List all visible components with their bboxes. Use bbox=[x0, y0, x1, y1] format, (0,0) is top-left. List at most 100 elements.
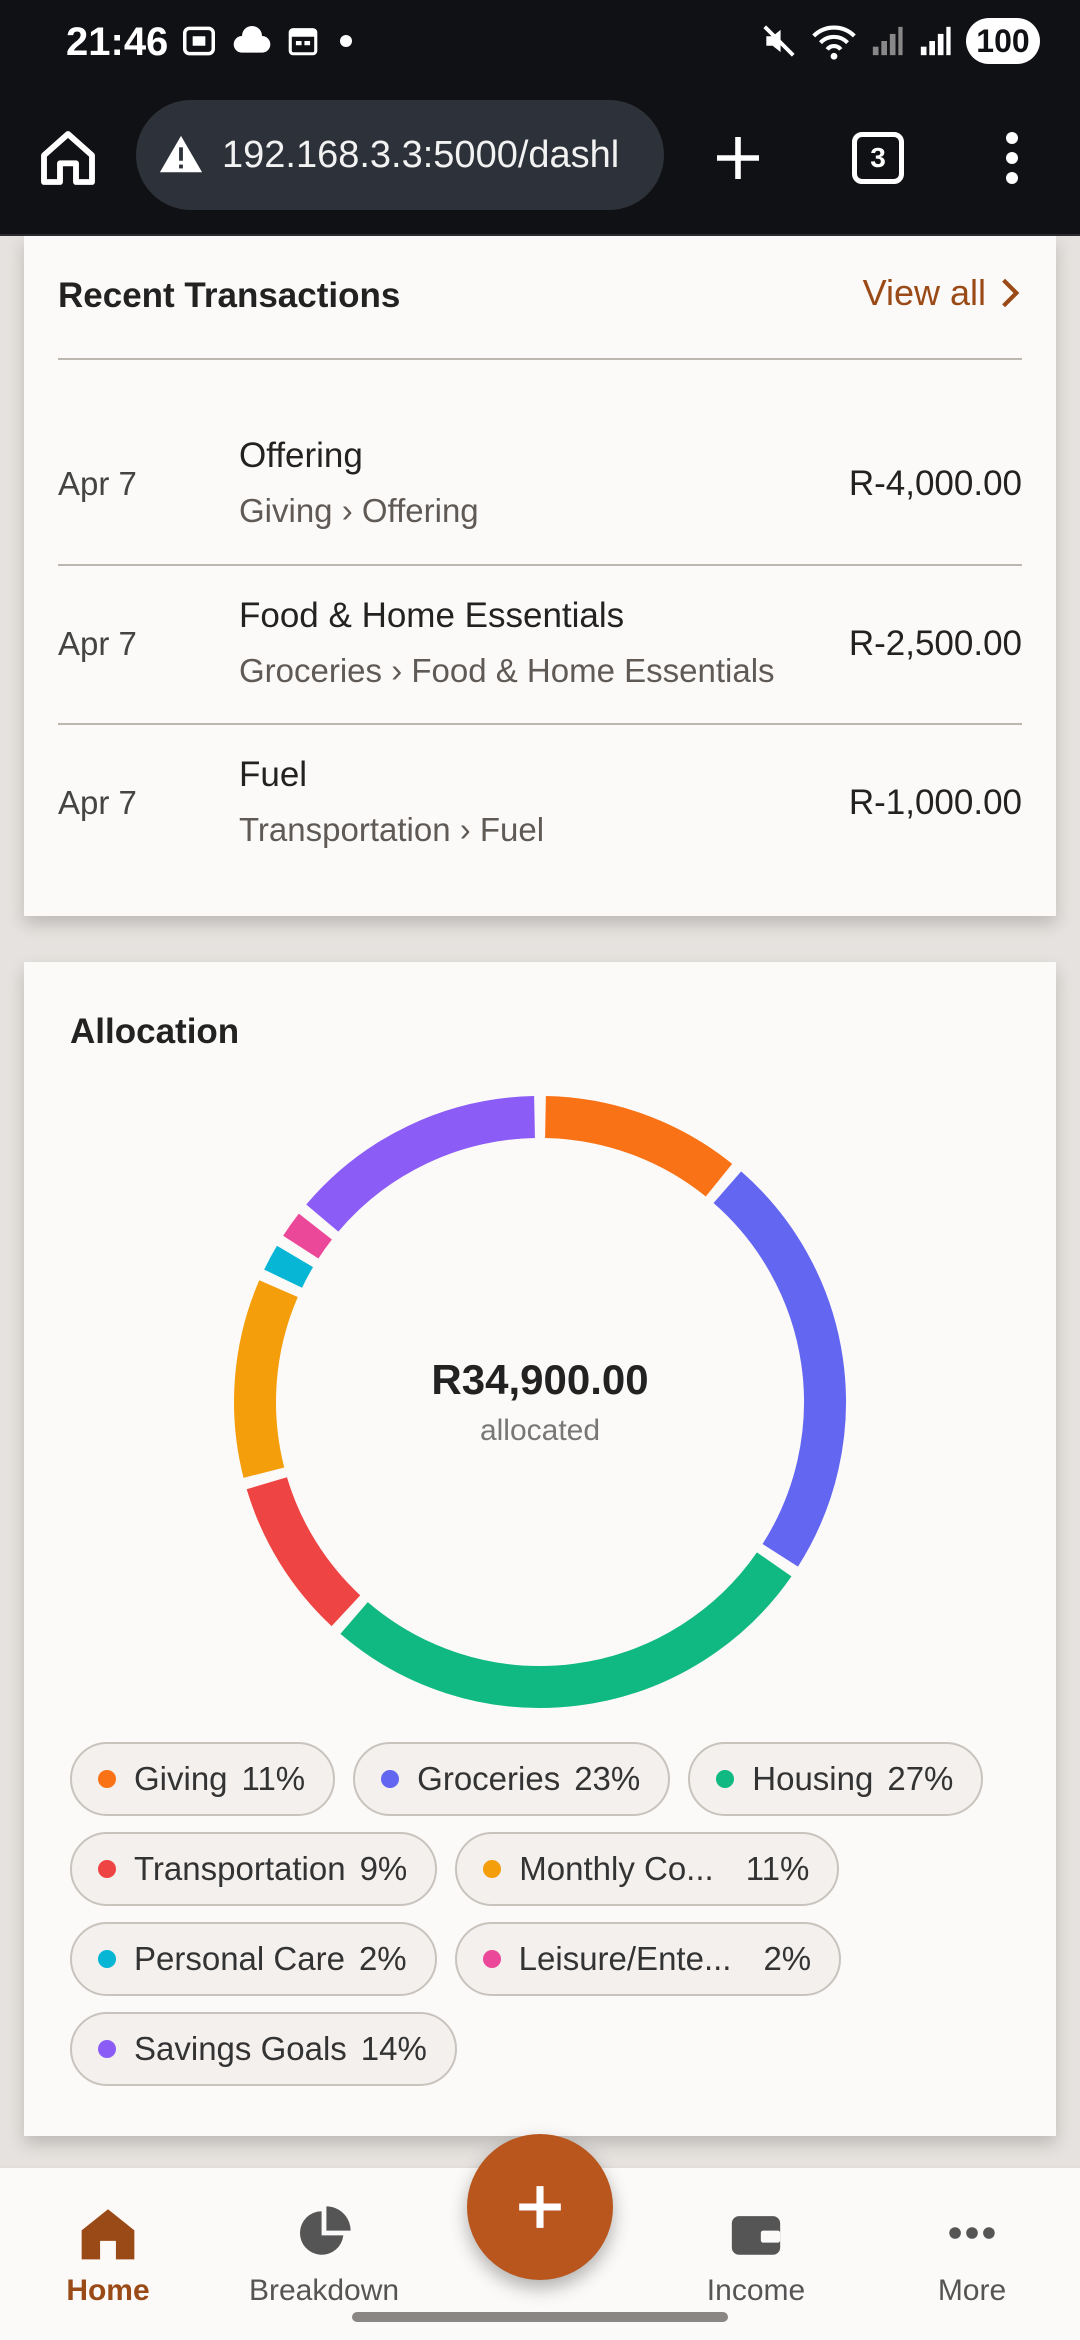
legend-dot bbox=[716, 1770, 735, 1788]
legend-chip-groceries[interactable]: Groceries 23% bbox=[353, 1742, 671, 1816]
divider bbox=[58, 358, 1022, 360]
battery-level: 100 bbox=[966, 18, 1040, 64]
transaction-amount: R-2,500.00 bbox=[848, 624, 1022, 663]
add-transaction-button[interactable] bbox=[467, 2134, 613, 2280]
allocation-donut-chart: R34,900.00 allocated bbox=[230, 1092, 850, 1712]
transaction-date: Apr 7 bbox=[58, 784, 137, 821]
status-left-icons bbox=[180, 22, 358, 60]
allocated-label: allocated bbox=[479, 1414, 601, 1447]
chevron-right-icon bbox=[1002, 278, 1020, 308]
legend-dot bbox=[98, 2040, 116, 2058]
screenshot-icon bbox=[183, 26, 215, 56]
legend-label: Monthly Co... bbox=[519, 1850, 714, 1887]
transaction-category: Groceries › Food & Home Essentials bbox=[239, 652, 775, 689]
legend-label: Giving bbox=[134, 1760, 228, 1797]
status-bar: 21:46 100 bbox=[0, 0, 1080, 84]
nav-more-label: More bbox=[937, 2274, 1007, 2307]
donut-center: R34,900.00 allocated bbox=[230, 1092, 850, 1712]
url-text: 192.168.3.3:5000/dashl bbox=[222, 133, 620, 176]
transaction-category: Giving › Offering bbox=[239, 492, 479, 529]
legend-percent: 23% bbox=[574, 1760, 641, 1797]
allocated-total: R34,900.00 bbox=[431, 1356, 649, 1403]
view-all-label: View all bbox=[862, 272, 986, 313]
gesture-bar bbox=[352, 2312, 728, 2322]
transaction-name: Food & Home Essentials bbox=[239, 596, 625, 635]
legend-label: Leisure/Ente... bbox=[518, 1940, 732, 1977]
legend-chip-transportation[interactable]: Transportation 9% bbox=[70, 1832, 438, 1906]
browser-toolbar: 192.168.3.3:5000/dashl 3 bbox=[0, 84, 1080, 236]
legend-percent: 9% bbox=[359, 1850, 408, 1887]
status-right: 100 bbox=[760, 18, 1040, 64]
transaction-category: Transportation › Fuel bbox=[239, 811, 545, 848]
allocation-legend: Giving 11% Groceries 23% Housing 27% Tra… bbox=[70, 1742, 1030, 2086]
new-tab-icon bbox=[717, 137, 759, 179]
legend-dot bbox=[381, 1770, 400, 1788]
nav-breakdown[interactable]: Breakdown bbox=[224, 2168, 424, 2308]
home-icon bbox=[41, 131, 95, 185]
legend-chip-personal-care[interactable]: Personal Care 2% bbox=[70, 1922, 437, 1996]
recent-transactions-card: Recent Transactions View all Apr 7 Offer… bbox=[24, 236, 1056, 916]
nav-income-label: Income bbox=[706, 2274, 806, 2307]
transaction-row[interactable]: Apr 7 Fuel Transportation › Fuel R-1,000… bbox=[24, 723, 1056, 883]
legend-dot bbox=[98, 1950, 116, 1968]
recent-transactions-title: Recent Transactions bbox=[58, 276, 401, 315]
browser-menu-button[interactable] bbox=[990, 128, 1034, 188]
legend-chip-savings-goals[interactable]: Savings Goals 14% bbox=[70, 2012, 457, 2086]
tab-switcher-button[interactable]: 3 bbox=[852, 132, 904, 184]
signal-icon bbox=[920, 26, 951, 56]
transaction-amount: R-4,000.00 bbox=[848, 464, 1022, 503]
legend-chip-giving[interactable]: Giving 11% bbox=[70, 1742, 336, 1816]
nav-breakdown-label: Breakdown bbox=[248, 2274, 400, 2307]
home-icon bbox=[81, 2209, 135, 2260]
legend-label: Savings Goals bbox=[134, 2030, 347, 2067]
allocation-card: Allocation R34,900.00 allocated Giving 1… bbox=[24, 962, 1056, 2136]
legend-chip-monthly-commitments[interactable]: Monthly Co... 11% bbox=[455, 1832, 840, 1906]
dot-icon bbox=[340, 35, 352, 47]
transaction-name: Fuel bbox=[239, 755, 308, 794]
legend-label: Housing bbox=[752, 1760, 874, 1797]
wallet-icon bbox=[731, 2216, 781, 2255]
transaction-row[interactable]: Apr 7 Food & Home Essentials Groceries ›… bbox=[24, 564, 1056, 724]
address-bar[interactable]: 192.168.3.3:5000/dashl bbox=[136, 100, 664, 210]
view-all-link[interactable]: View all bbox=[863, 272, 1022, 314]
legend-chip-housing[interactable]: Housing 27% bbox=[688, 1742, 984, 1816]
legend-dot bbox=[98, 1860, 116, 1878]
transaction-date: Apr 7 bbox=[58, 465, 137, 502]
plus-icon bbox=[519, 2186, 561, 2228]
allocation-title: Allocation bbox=[70, 1012, 240, 1051]
legend-percent: 11% bbox=[745, 1850, 810, 1887]
legend-percent: 11% bbox=[241, 1760, 306, 1797]
nav-more[interactable]: More bbox=[872, 2168, 1072, 2308]
nav-income[interactable]: Income bbox=[656, 2168, 856, 2308]
legend-label: Personal Care bbox=[134, 1940, 345, 1977]
transaction-amount: R-1,000.00 bbox=[848, 783, 1022, 822]
legend-chip-leisure[interactable]: Leisure/Ente... 2% bbox=[454, 1922, 842, 1996]
pie-chart-icon bbox=[299, 2206, 351, 2255]
status-time: 21:46 bbox=[66, 20, 169, 64]
page-content: Recent Transactions View all Apr 7 Offer… bbox=[0, 236, 1080, 2166]
legend-percent: 14% bbox=[360, 2030, 427, 2067]
nav-home[interactable]: Home bbox=[8, 2168, 208, 2308]
legend-dot bbox=[482, 1950, 501, 1968]
warning-icon bbox=[159, 135, 203, 173]
transaction-date: Apr 7 bbox=[58, 625, 137, 662]
new-tab-button[interactable] bbox=[710, 130, 766, 186]
transaction-name: Offering bbox=[239, 436, 363, 475]
more-icon bbox=[949, 2227, 995, 2239]
legend-dot bbox=[483, 1860, 502, 1878]
transaction-row[interactable]: Apr 7 Offering Giving › Offering R-4,000… bbox=[24, 404, 1056, 564]
legend-percent: 2% bbox=[763, 1940, 812, 1977]
nav-home-label: Home bbox=[66, 2274, 150, 2307]
legend-dot bbox=[98, 1770, 116, 1788]
signal-icon bbox=[872, 26, 903, 56]
cloud-icon bbox=[233, 26, 271, 53]
mute-icon bbox=[763, 25, 795, 57]
calendar-icon bbox=[288, 28, 318, 56]
menu-icon bbox=[1006, 132, 1018, 184]
legend-percent: 27% bbox=[887, 1760, 954, 1797]
wifi-icon bbox=[812, 25, 856, 60]
legend-label: Groceries bbox=[417, 1760, 561, 1797]
legend-percent: 2% bbox=[358, 1940, 407, 1977]
browser-home-button[interactable] bbox=[36, 126, 100, 190]
legend-label: Transportation bbox=[134, 1850, 346, 1887]
